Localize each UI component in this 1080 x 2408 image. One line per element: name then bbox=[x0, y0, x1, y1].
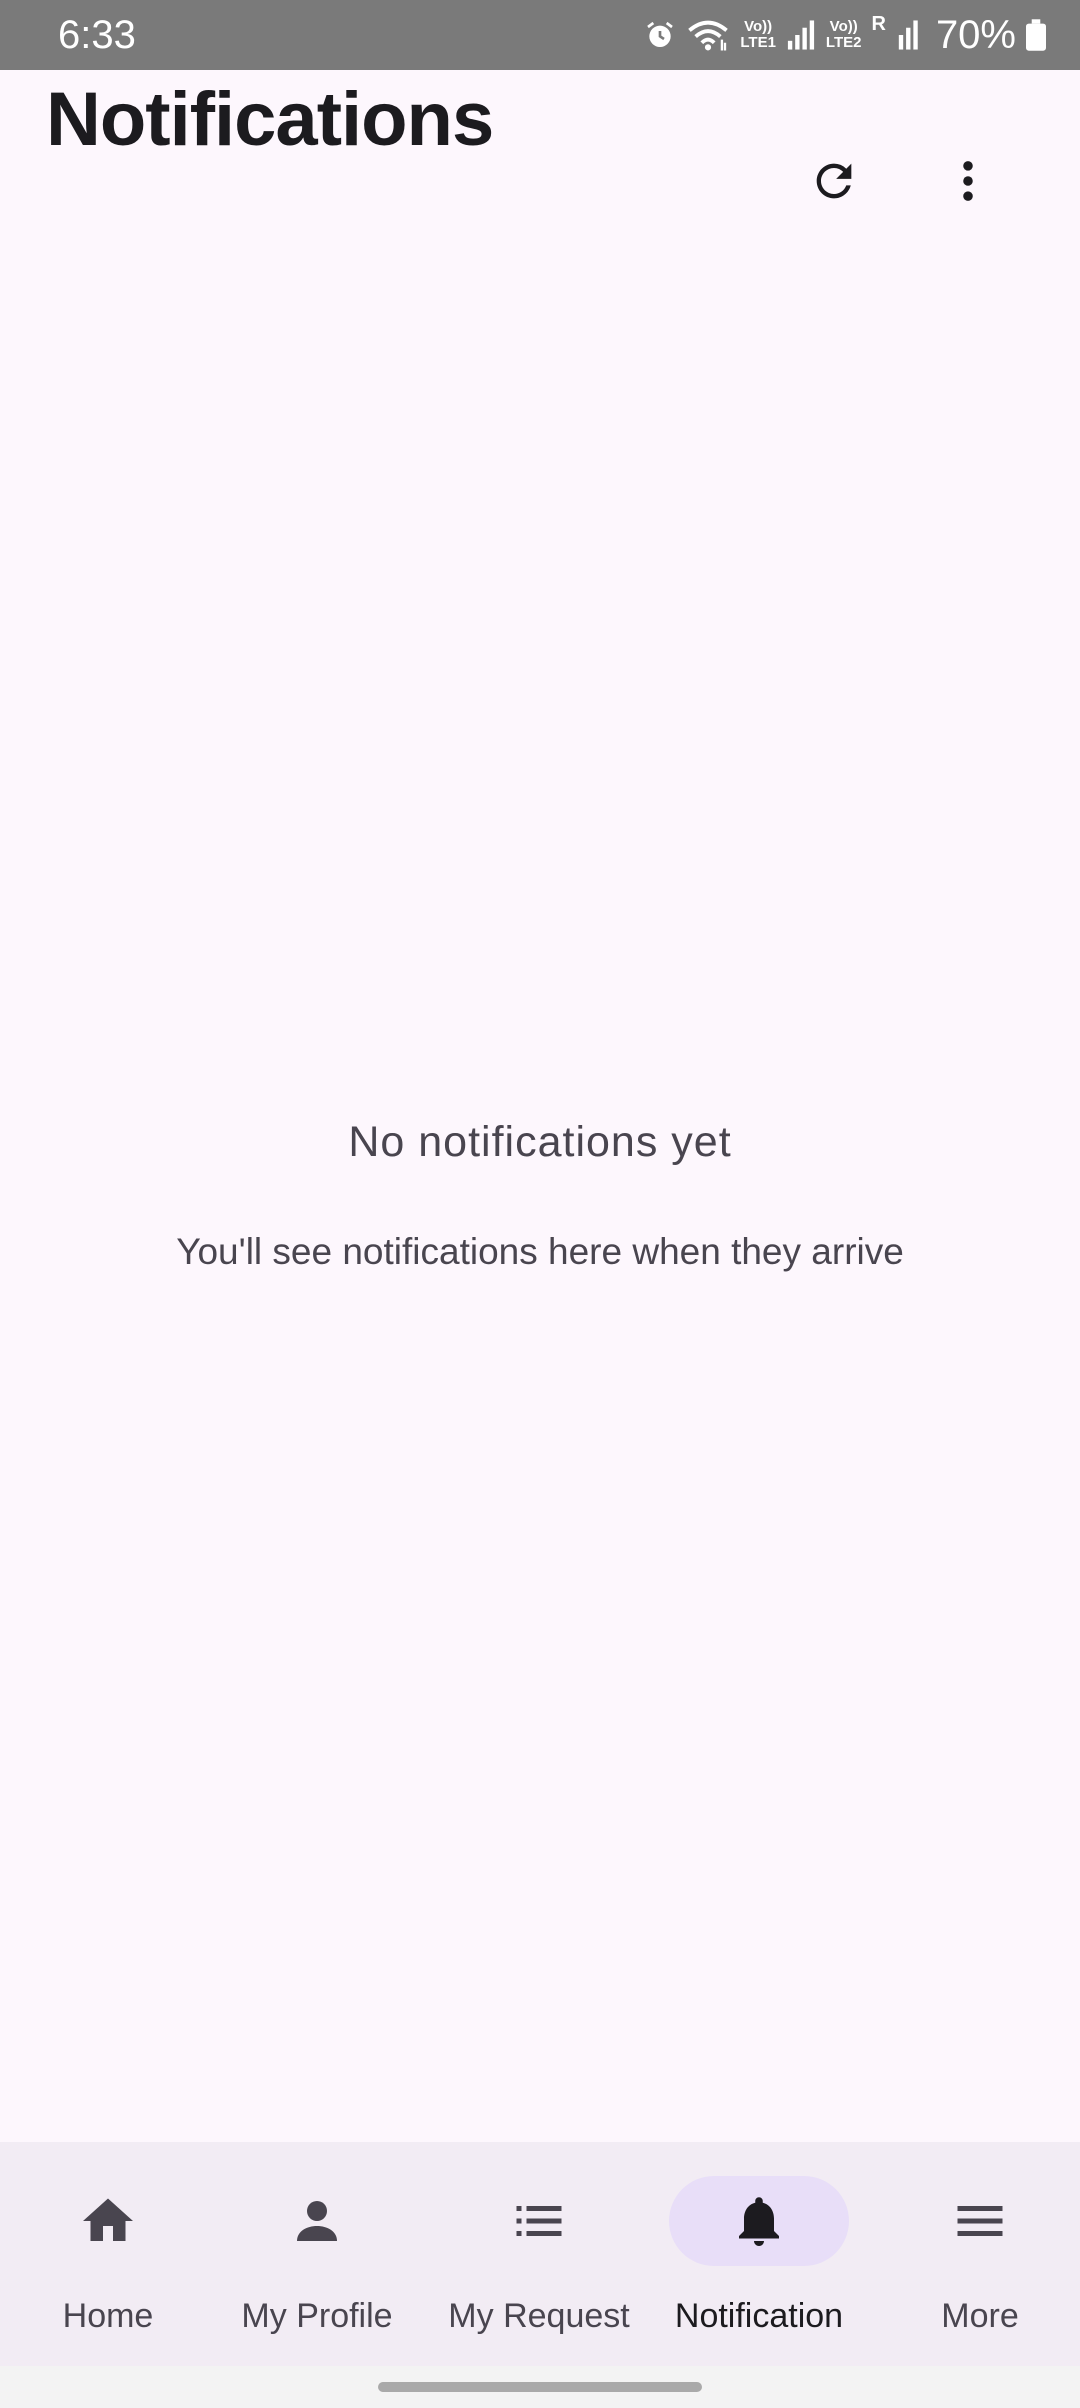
refresh-button[interactable] bbox=[786, 135, 882, 231]
roaming-label: R bbox=[871, 13, 886, 35]
person-icon bbox=[209, 2176, 425, 2266]
status-bar: 6:33 Vo)) LTE1 Vo)) LTE2 R 70% bbox=[0, 0, 1080, 70]
nav-label: My Profile bbox=[241, 2297, 393, 2335]
more-options-button[interactable] bbox=[920, 135, 1016, 231]
battery-percent: 70% bbox=[935, 13, 1016, 57]
battery-icon bbox=[1026, 19, 1046, 51]
nav-item-more[interactable]: More bbox=[872, 2142, 1080, 2366]
nav-label: Home bbox=[62, 2297, 154, 2335]
network-1-label: Vo)) LTE1 bbox=[740, 18, 776, 51]
bottom-navigation: Home My Profile My Request Notification … bbox=[0, 2142, 1080, 2366]
status-time: 6:33 bbox=[58, 13, 136, 57]
nav-item-home[interactable]: Home bbox=[0, 2142, 216, 2366]
nav-label: Notification bbox=[674, 2297, 844, 2335]
home-icon bbox=[0, 2176, 216, 2266]
empty-state-subtitle: You'll see notifications here when they … bbox=[176, 1231, 904, 1272]
nav-item-notification[interactable]: Notification bbox=[651, 2142, 867, 2366]
signal-2-icon bbox=[896, 19, 922, 51]
empty-state-title: No notifications yet bbox=[348, 1118, 732, 1166]
more-vert-icon bbox=[942, 155, 994, 212]
bell-icon bbox=[651, 2176, 867, 2266]
list-icon bbox=[431, 2176, 647, 2266]
nav-item-my-request[interactable]: My Request bbox=[431, 2142, 647, 2366]
nav-item-my-profile[interactable]: My Profile bbox=[209, 2142, 425, 2366]
status-icons: Vo)) LTE1 Vo)) LTE2 R 70% bbox=[644, 10, 1046, 60]
gesture-handle[interactable] bbox=[378, 2382, 702, 2392]
signal-1-icon bbox=[786, 19, 816, 51]
nav-label: My Request bbox=[448, 2297, 630, 2335]
nav-label: More bbox=[941, 2297, 1019, 2335]
refresh-icon bbox=[808, 155, 860, 212]
wifi-icon bbox=[686, 18, 730, 52]
network-2-label: Vo)) LTE2 bbox=[825, 18, 862, 51]
page-title: Notifications bbox=[46, 77, 494, 162]
menu-icon bbox=[872, 2176, 1080, 2266]
gesture-area bbox=[0, 2366, 1080, 2408]
alarm-icon bbox=[644, 19, 676, 51]
